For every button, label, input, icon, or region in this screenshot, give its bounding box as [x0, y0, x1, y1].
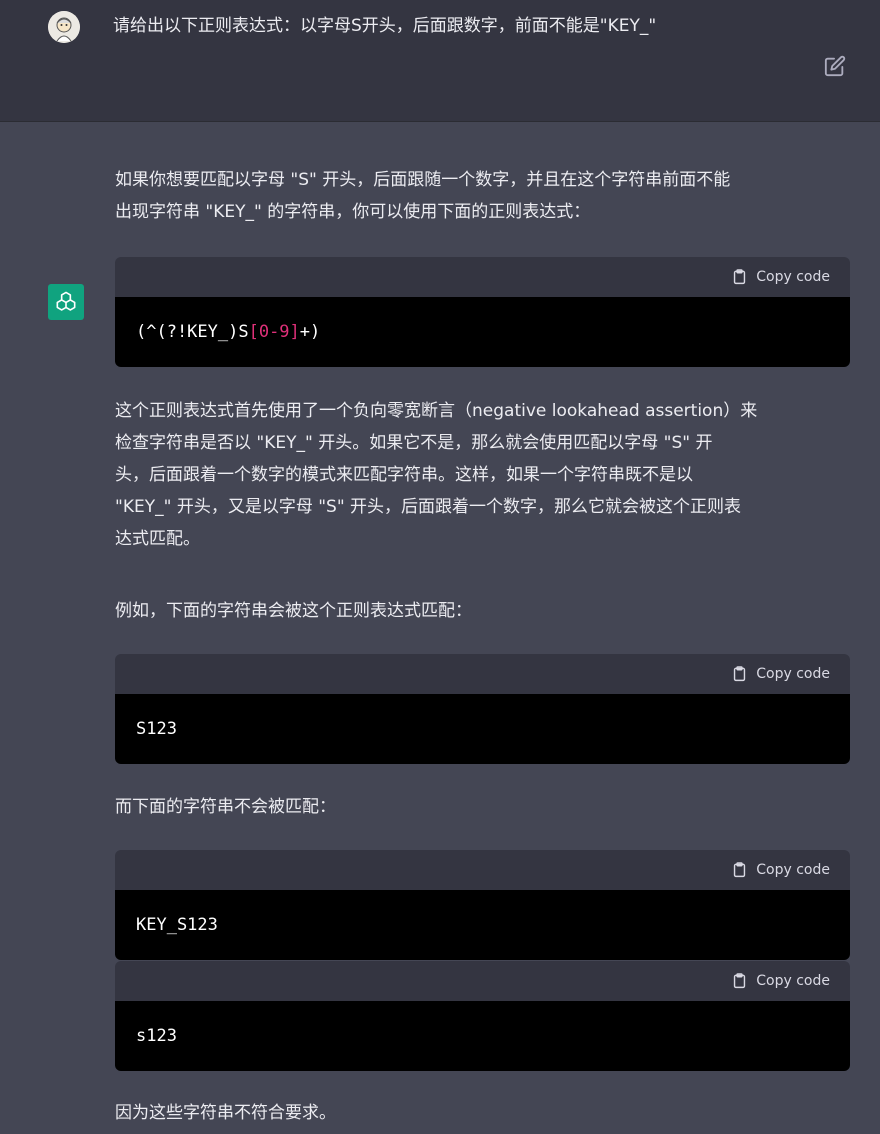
nonmatch-intro: 而下面的字符串不会被匹配：: [115, 791, 850, 823]
code-header: Copy code: [115, 961, 850, 1001]
clipboard-icon: [734, 973, 746, 989]
copy-code-button[interactable]: Copy code: [731, 972, 830, 990]
code-block-nonmatch-2: Copy code s123: [115, 961, 850, 1071]
code-block-match: Copy code S123: [115, 654, 850, 764]
copy-code-button[interactable]: Copy code: [731, 268, 830, 286]
copy-code-button[interactable]: Copy code: [731, 665, 830, 683]
regex-char-class: [0-9]: [248, 322, 300, 342]
code-block-nonmatch-1: Copy code KEY_S123: [115, 850, 850, 960]
explanation-line: 达式匹配。: [115, 529, 200, 549]
regex-part: (^(?!KEY_)S: [136, 322, 249, 342]
code-header: Copy code: [115, 654, 850, 694]
code-content: (^(?!KEY_)S [0-9] +): [115, 297, 850, 367]
intro-line: 如果你想要匹配以字母 "S" 开头，后面跟随一个数字，并且在这个字符串前面不能: [115, 170, 731, 190]
user-message-row: 请给出以下正则表达式：以字母S开头，后面跟数字，前面不能是"KEY_": [0, 0, 880, 122]
avatar-illustration-icon: [48, 11, 80, 43]
example-intro-text: 例如，下面的字符串会被这个正则表达式匹配：: [115, 601, 472, 621]
code-header: Copy code: [115, 257, 850, 297]
code-content: KEY_S123: [115, 890, 850, 960]
copy-code-button[interactable]: Copy code: [731, 861, 830, 879]
user-avatar: [48, 11, 80, 43]
chatgpt-logo-icon: [48, 284, 84, 320]
clipboard-icon: [734, 862, 746, 878]
explanation-line: 头，后面跟着一个数字的模式来匹配字符串。这样，如果一个字符串既不是以: [115, 465, 693, 485]
code-content: s123: [115, 1001, 850, 1071]
explanation-line: 检查字符串是否以 "KEY_" 开头。如果它不是，那么就会使用匹配以字母 "S"…: [115, 433, 713, 453]
edit-icon[interactable]: [824, 55, 846, 77]
intro-paragraph: 如果你想要匹配以字母 "S" 开头，后面跟随一个数字，并且在这个字符串前面不能 …: [115, 164, 850, 228]
intro-line: 出现字符串 "KEY_" 的字符串，你可以使用下面的正则表达式：: [115, 202, 591, 222]
explanation-line: "KEY_" 开头，又是以字母 "S" 开头，后面跟着一个数字，那么它就会被这个…: [115, 497, 742, 517]
regex-part: +): [299, 322, 321, 342]
copy-code-label: Copy code: [756, 973, 830, 989]
clipboard-icon: [734, 666, 746, 682]
code-header: Copy code: [115, 850, 850, 890]
code-block-regex: Copy code (^(?!KEY_)S [0-9] +): [115, 257, 850, 367]
user-message-text: 请给出以下正则表达式：以字母S开头，后面跟数字，前面不能是"KEY_": [113, 16, 657, 36]
conclusion-text: 因为这些字符串不符合要求。: [115, 1103, 336, 1123]
code-content: S123: [115, 694, 850, 764]
explanation-paragraph: 这个正则表达式首先使用了一个负向零宽断言（negative lookahead …: [115, 395, 850, 555]
example-intro: 例如，下面的字符串会被这个正则表达式匹配：: [115, 595, 850, 627]
copy-code-label: Copy code: [756, 269, 830, 285]
conclusion: 因为这些字符串不符合要求。: [115, 1097, 850, 1129]
clipboard-icon: [734, 269, 746, 285]
explanation-line: 这个正则表达式首先使用了一个负向零宽断言（negative lookahead …: [115, 401, 758, 421]
nonmatch-intro-text: 而下面的字符串不会被匹配：: [115, 797, 336, 817]
copy-code-label: Copy code: [756, 666, 830, 682]
copy-code-label: Copy code: [756, 862, 830, 878]
